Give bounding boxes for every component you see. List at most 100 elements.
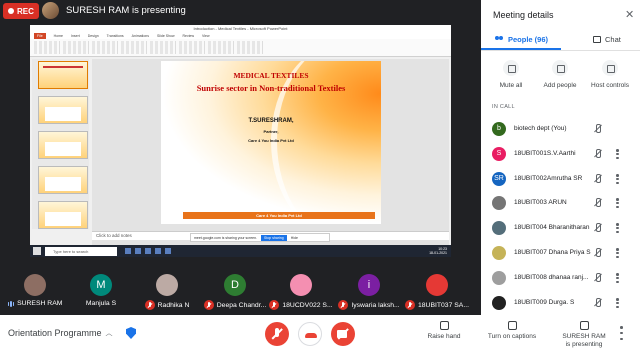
shared-screen: Introduction - Medical Textiles - Micros…: [30, 25, 451, 257]
slide-thumbnail: [38, 201, 88, 229]
more-options-icon[interactable]: [616, 149, 619, 159]
more-options-icon[interactable]: [616, 174, 619, 184]
ribbon-group: [63, 41, 89, 54]
slide-footer: Care 4 You India Pvt Ltd: [183, 212, 375, 219]
participant-name: 18UBIT001S.V.Aarthi: [514, 150, 576, 157]
mic-off-icon[interactable]: [593, 198, 602, 208]
divider: [481, 50, 640, 51]
slide-thumbnail: [38, 131, 88, 159]
more-options-icon[interactable]: [616, 248, 619, 258]
windows-taskbar: Type here to search 10:23 18-01-2021: [30, 245, 451, 257]
slide-thumbnail: [38, 166, 88, 194]
mic-off-icon[interactable]: [593, 149, 602, 159]
tab-people[interactable]: People (96): [495, 35, 548, 44]
list-item[interactable]: 18UBIT007 Dhana Priya S: [481, 241, 640, 265]
control-bar: Orientation Programme ︿ Raise hand Turn …: [0, 315, 640, 351]
ribbon-group: [179, 41, 205, 54]
mic-off-icon[interactable]: [593, 273, 602, 283]
slide-thumbnails: [32, 59, 89, 229]
avatar: [290, 274, 312, 296]
more-options-icon[interactable]: [616, 273, 619, 283]
participant-name: Iyswaria laksh...: [351, 301, 400, 309]
participant-tile[interactable]: i Iyswaria laksh...: [336, 265, 402, 315]
avatar: [492, 221, 506, 235]
mic-off-icon[interactable]: [593, 174, 602, 184]
captions-icon: [507, 321, 517, 330]
participant-name: biotech dept (You): [514, 125, 567, 132]
participant-name: Manjula S: [85, 300, 117, 307]
app-icon: [155, 248, 161, 254]
avatar: [492, 246, 506, 260]
slide-role: Partner,: [263, 129, 279, 134]
presenting-button[interactable]: SURESH RAM is presenting: [561, 321, 607, 349]
more-options-icon[interactable]: [616, 298, 619, 308]
host-controls-button[interactable]: Host controls: [585, 60, 635, 89]
participant-tile[interactable]: M Manjula S: [68, 265, 134, 315]
participant-tile[interactable]: Radhika N: [134, 265, 200, 315]
participant-tile[interactable]: D Deepa Chandr...: [202, 265, 268, 315]
list-item[interactable]: 18UBIT004 Bharanitharan: [481, 216, 640, 240]
mic-off-icon[interactable]: [593, 298, 602, 308]
participant-name: 18UBIT004 Bharanitharan: [514, 224, 590, 231]
list-item[interactable]: 18UBIT009 Durga. S: [481, 291, 640, 315]
app-icon: [165, 248, 171, 254]
camera-toggle-button[interactable]: [331, 322, 355, 346]
recording-badge: REC: [3, 3, 39, 19]
participant-tile[interactable]: 18UBIT037 SA...: [404, 265, 470, 315]
mic-off-icon: [203, 300, 214, 310]
ribbon-group: [237, 41, 263, 54]
mic-off-icon[interactable]: [593, 248, 602, 258]
ppt-ribbon: [30, 39, 451, 57]
chevron-up-icon: ︿: [105, 330, 113, 337]
close-icon[interactable]: ✕: [625, 8, 634, 21]
list-item[interactable]: S 18UBIT001S.V.Aarthi: [481, 142, 640, 166]
list-item[interactable]: b biotech dept (You): [481, 117, 640, 141]
avatar: [492, 296, 506, 310]
participant-name: 18UBIT009 Durga. S: [514, 299, 575, 306]
app-icon: [135, 248, 141, 254]
ppt-tab-file: File: [34, 33, 46, 39]
mute-all-button[interactable]: Mute all: [486, 60, 536, 89]
captions-button[interactable]: Turn on captions: [486, 321, 538, 341]
taskbar-apps: [125, 248, 171, 254]
slide-editor: MEDICAL TEXTILES Sunrise sector in Non-t…: [92, 59, 449, 251]
windows-start-icon: [33, 247, 41, 255]
list-item[interactable]: SR 18UBIT002Amrutha SR: [481, 167, 640, 191]
slide-thumbnail: [38, 96, 88, 124]
mic-off-icon[interactable]: [593, 223, 602, 233]
participant-tile[interactable]: SURESH RAM: [2, 265, 68, 315]
raise-hand-button[interactable]: Raise hand: [424, 321, 464, 341]
stop-sharing-button: Stop sharing: [261, 234, 287, 241]
mic-off-icon[interactable]: [593, 124, 602, 134]
participant-name: Radhika N: [157, 301, 190, 309]
list-item[interactable]: 18UBIT003 ARUN: [481, 191, 640, 215]
shield-icon[interactable]: [126, 327, 136, 339]
leave-call-button[interactable]: [298, 322, 322, 346]
ppt-tab-home: Home: [53, 34, 63, 38]
mic-off-icon: [144, 300, 155, 310]
in-call-label: IN CALL: [492, 104, 515, 110]
participant-tile[interactable]: 18UCDV022 S...: [268, 265, 334, 315]
participant-name: SURESH RAM: [17, 300, 63, 307]
mic-off-icon: [503, 60, 519, 76]
avatar: [492, 196, 506, 210]
present-screen-icon: [579, 321, 589, 330]
avatar: [156, 274, 178, 296]
more-options-icon[interactable]: [616, 223, 619, 233]
ribbon-group: [92, 41, 118, 54]
avatar: SR: [492, 172, 506, 186]
presenter-banner: SURESH RAM is presenting: [66, 5, 186, 16]
meeting-title[interactable]: Orientation Programme ︿: [8, 328, 113, 338]
toggle-icon: [602, 60, 618, 76]
add-person-icon: [552, 60, 568, 76]
add-people-button[interactable]: Add people: [535, 60, 585, 89]
microphone-toggle-button[interactable]: [265, 322, 289, 346]
more-options-icon[interactable]: [616, 198, 619, 208]
list-item[interactable]: 18UBIT008 dhanaa ranj...: [481, 266, 640, 290]
notes-placeholder: Click to add notes: [96, 233, 132, 238]
ppt-tab-design: Design: [87, 34, 99, 38]
participant-name: 18UCDV022 S...: [282, 301, 333, 309]
more-options-icon[interactable]: [620, 326, 623, 340]
tab-chat[interactable]: Chat: [593, 35, 621, 44]
slide-title: MEDICAL TEXTILES: [233, 71, 309, 80]
